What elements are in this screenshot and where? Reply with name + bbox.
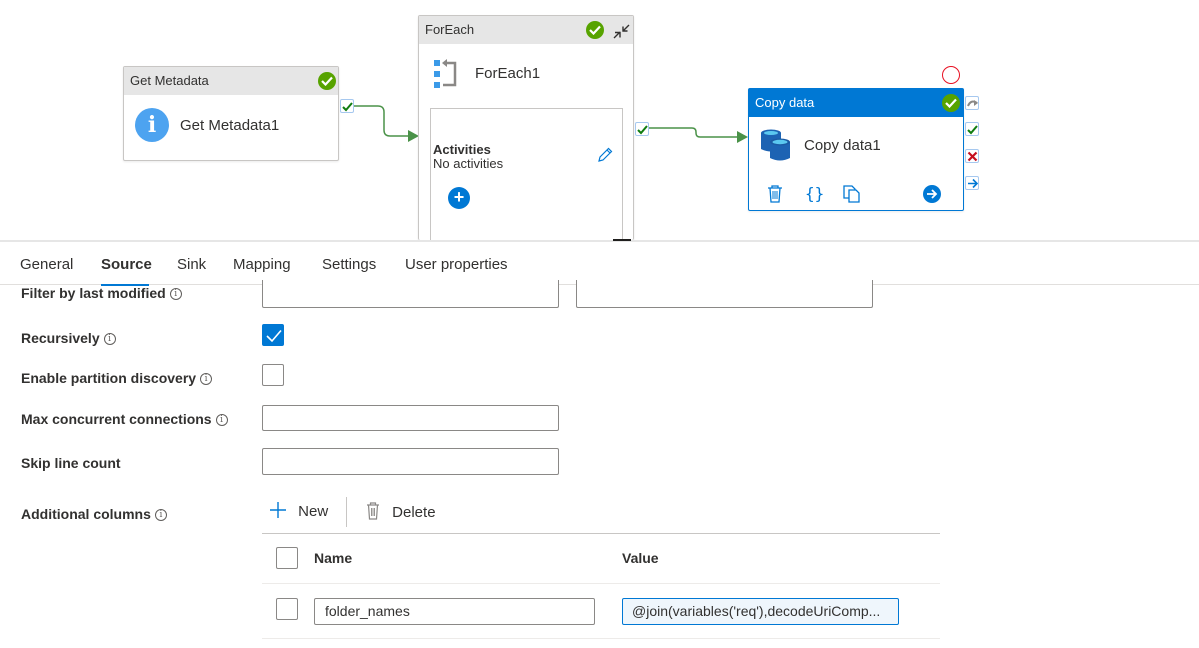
foreach-icon <box>434 58 460 95</box>
toolbar-divider <box>346 497 347 527</box>
add-activity-button[interactable]: + <box>448 187 470 209</box>
edge-arrow-head <box>737 131 748 143</box>
delete-column-button[interactable]: Delete <box>366 502 436 521</box>
success-output-port[interactable] <box>340 99 354 113</box>
node-type-label: ForEach <box>425 22 475 37</box>
label-text: Enable partition discovery <box>21 370 197 386</box>
database-icon <box>761 129 791 168</box>
tab-user-properties[interactable]: User properties <box>405 256 508 273</box>
success-icon[interactable] <box>965 122 979 136</box>
max-concurrent-connections-input[interactable] <box>262 405 559 431</box>
success-status-icon <box>586 21 604 39</box>
skip-line-count-label: Skip line count <box>21 455 121 471</box>
error-indicator-icon[interactable] <box>942 66 960 84</box>
column-value-input[interactable]: @join(variables('req'),decodeUriComp... <box>622 598 899 625</box>
info-icon[interactable]: i <box>169 288 182 300</box>
node-name: Copy data1 <box>804 137 881 154</box>
recursively-checkbox[interactable] <box>262 324 284 346</box>
plus-icon: + <box>453 187 465 207</box>
tab-settings[interactable]: Settings <box>322 256 376 273</box>
tab-mapping[interactable]: Mapping <box>233 256 291 273</box>
additional-columns-label: Additional columns i <box>21 506 167 522</box>
skip-icon[interactable] <box>965 96 979 110</box>
completion-icon[interactable] <box>965 176 979 190</box>
button-label: New <box>298 503 329 520</box>
failure-icon[interactable] <box>965 149 979 163</box>
activity-get-metadata[interactable]: Get Metadata i Get Metadata1 <box>123 66 339 161</box>
tab-sink[interactable]: Sink <box>177 256 206 273</box>
label-text: Max concurrent connections <box>21 411 212 427</box>
new-column-button[interactable]: New <box>270 502 328 520</box>
collapse-icon[interactable] <box>612 22 630 50</box>
activity-foreach[interactable]: ForEach ForEach1 Activities No activitie… <box>418 15 634 240</box>
table-row-divider <box>262 638 940 639</box>
delete-icon <box>367 502 379 520</box>
activities-empty-text: No activities <box>433 156 504 171</box>
node-header: ForEach <box>419 16 633 44</box>
column-header-value: Value <box>622 550 659 566</box>
recursively-label: Recursively i <box>21 330 116 346</box>
label-text: Recursively <box>21 330 100 346</box>
label-text: Filter by last modified <box>21 285 166 301</box>
activity-copy-data[interactable]: Copy data Copy data1 {} <box>748 88 964 211</box>
plus-icon <box>270 502 286 518</box>
success-status-icon <box>942 94 960 112</box>
info-icon: i <box>135 108 169 142</box>
code-braces-icon[interactable]: {} <box>805 184 824 203</box>
last-modified-end-input[interactable] <box>576 280 873 308</box>
node-header: Get Metadata <box>124 67 338 95</box>
last-modified-start-input[interactable] <box>262 280 559 308</box>
select-all-checkbox[interactable] <box>276 547 298 569</box>
enable-partition-discovery-label: Enable partition discovery i <box>21 370 213 386</box>
go-arrow-icon[interactable] <box>923 185 941 203</box>
label-text: Additional columns <box>21 506 151 522</box>
button-label: Delete <box>392 504 436 521</box>
row-select-checkbox[interactable] <box>276 598 298 620</box>
info-icon[interactable]: i <box>215 414 228 426</box>
info-icon[interactable]: i <box>154 509 167 521</box>
node-type-label: Get Metadata <box>130 73 209 88</box>
node-type-label: Copy data <box>755 95 815 110</box>
panel-resize-handle[interactable] <box>613 239 631 241</box>
clone-icon[interactable] <box>843 185 861 208</box>
success-output-port[interactable] <box>635 122 649 136</box>
info-icon[interactable]: i <box>103 333 116 345</box>
filter-by-last-modified-label: Filter by last modified i <box>21 285 182 301</box>
properties-tab-bar: General Source Sink Mapping Settings Use… <box>0 239 1199 286</box>
column-header-name: Name <box>314 550 353 566</box>
tab-general[interactable]: General <box>20 256 73 273</box>
edge-getmetadata-foreach <box>354 105 410 137</box>
activities-container: Activities No activities + <box>430 108 623 240</box>
edge-foreach-copydata <box>649 127 738 138</box>
info-icon[interactable]: i <box>200 373 213 385</box>
label-text: Skip line count <box>21 455 121 471</box>
table-row-divider <box>262 583 940 584</box>
node-header: Copy data <box>749 89 963 117</box>
pipeline-canvas[interactable]: Get Metadata i Get Metadata1 ForEach For… <box>0 0 1199 240</box>
node-name: ForEach1 <box>475 65 541 82</box>
success-status-icon <box>318 72 336 90</box>
checkmark-icon <box>266 329 282 343</box>
tab-source[interactable]: Source <box>101 256 152 273</box>
delete-icon[interactable] <box>767 185 783 208</box>
column-name-input[interactable]: folder_names <box>314 598 595 625</box>
table-top-divider <box>262 533 940 534</box>
activities-title: Activities <box>433 142 491 157</box>
node-name: Get Metadata1 <box>180 117 280 134</box>
skip-line-count-input[interactable] <box>262 448 559 475</box>
max-concurrent-connections-label: Max concurrent connections i <box>21 411 228 427</box>
pencil-icon[interactable] <box>597 147 613 168</box>
enable-partition-discovery-checkbox[interactable] <box>262 364 284 386</box>
